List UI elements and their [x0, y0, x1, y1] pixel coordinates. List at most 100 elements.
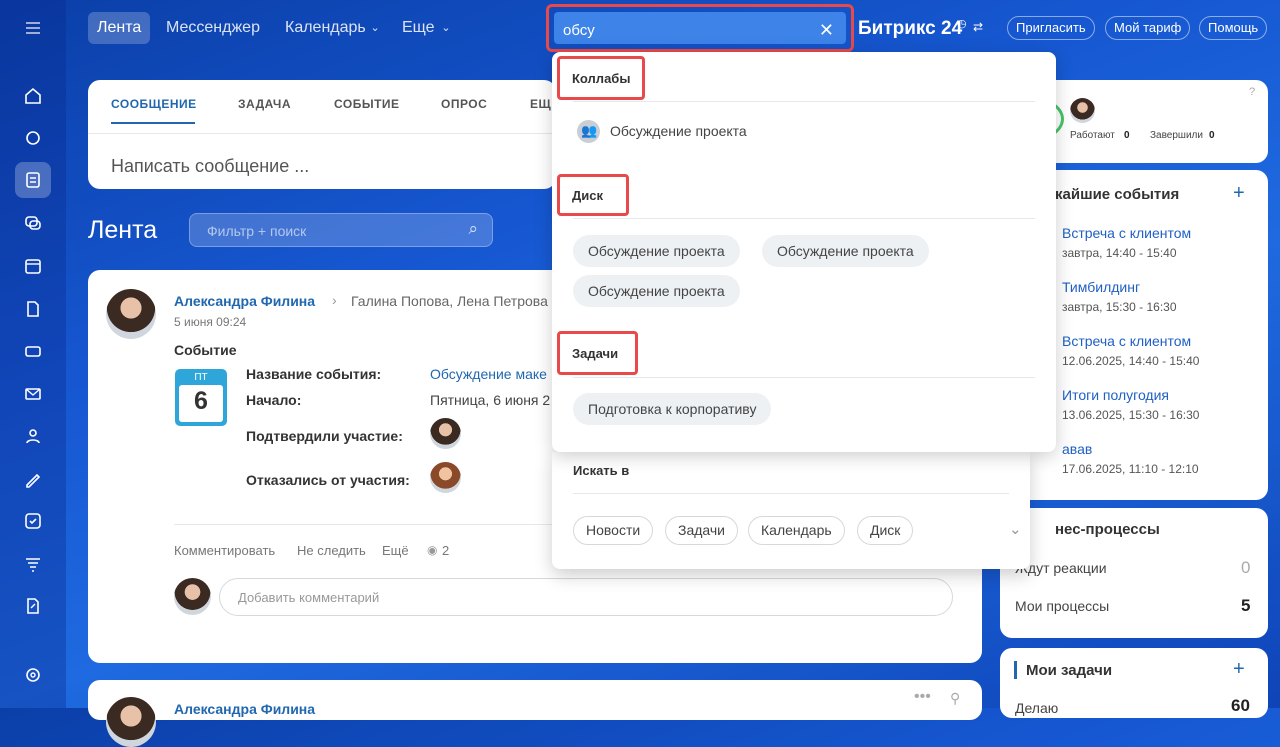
chevron-right-icon: ›: [332, 292, 337, 308]
search-dropdown: Коллабы 👥 Обсуждение проекта Диск Обсужд…: [552, 52, 1056, 452]
avatar[interactable]: [1070, 98, 1095, 123]
mine-label[interactable]: Мои процессы: [1015, 598, 1109, 614]
composer-placeholder[interactable]: Написать сообщение ...: [111, 156, 309, 177]
nav-feed[interactable]: Лента: [88, 12, 151, 44]
search-input[interactable]: обсу: [563, 22, 595, 39]
drive-icon[interactable]: [15, 333, 51, 369]
working-label: Работают: [1070, 130, 1115, 141]
search-in-disk[interactable]: Диск: [857, 516, 914, 545]
tab-task[interactable]: ЗАДАЧА: [238, 97, 291, 111]
mail-icon[interactable]: [15, 376, 51, 412]
nav-calendar[interactable]: Календарь ⌄: [276, 12, 388, 44]
search-in-news[interactable]: Новости: [573, 516, 654, 545]
event-time: 13.06.2025, 15:30 - 16:30: [1062, 408, 1200, 422]
avatar[interactable]: [106, 697, 156, 747]
tasks-icon[interactable]: [15, 503, 51, 539]
nav-more-label: Еще: [402, 19, 435, 36]
tariff-button[interactable]: Мой тариф: [1105, 16, 1191, 40]
swap-icon[interactable]: ⇄: [973, 20, 983, 34]
post-author[interactable]: Александра Филина: [174, 701, 315, 717]
event-title[interactable]: Тимбилдинг: [1062, 279, 1140, 295]
event-name-label: Название события:: [246, 366, 382, 382]
post-card: Александра Филина ••• ⚲: [88, 680, 982, 747]
comment-link[interactable]: Комментировать: [174, 543, 275, 558]
add-task-icon[interactable]: +: [1233, 658, 1245, 681]
chevron-down-icon[interactable]: ⌄: [1009, 520, 1022, 538]
disk-result[interactable]: Обсуждение проекта: [573, 235, 740, 267]
avatar[interactable]: [430, 462, 461, 493]
event-name-link[interactable]: Обсуждение маке: [430, 366, 547, 382]
brand-logo: Битрикс 24: [858, 18, 963, 39]
hamburger-icon[interactable]: [15, 10, 51, 46]
avatar[interactable]: [106, 289, 156, 339]
unfollow-link[interactable]: Не следить: [297, 543, 366, 558]
working-count: 0: [1124, 130, 1130, 141]
calendar-day: ПТ: [194, 372, 208, 383]
feed-filter-input[interactable]: Фильтр + поиск ⌕: [189, 213, 493, 247]
post-date[interactable]: 5 июня 09:24: [174, 315, 246, 329]
mine-count: 5: [1241, 596, 1251, 615]
divider: [573, 218, 1035, 219]
collab-icon[interactable]: [15, 120, 51, 156]
search-in-calendar[interactable]: Календарь: [748, 516, 845, 545]
post-type: Событие: [174, 342, 237, 358]
tab-event[interactable]: СОБЫТИЕ: [334, 97, 400, 111]
avatar[interactable]: [430, 418, 461, 449]
disk-result[interactable]: Обсуждение проекта: [762, 235, 929, 267]
divider: [573, 101, 1035, 102]
views-count: 2: [442, 543, 450, 558]
help-icon[interactable]: ?: [1249, 86, 1255, 98]
close-icon[interactable]: ✕: [819, 20, 834, 41]
finished-count: 0: [1209, 130, 1215, 141]
search-in-tasks[interactable]: Задачи: [665, 516, 739, 545]
avatar: [174, 578, 211, 615]
employees-icon[interactable]: [15, 418, 51, 454]
event-time: завтра, 14:40 - 15:40: [1062, 246, 1177, 260]
declined-label: Отказались от участия:: [246, 472, 410, 488]
search-field[interactable]: обсу ✕: [554, 12, 846, 44]
left-rail: [0, 0, 66, 708]
tab-more[interactable]: ЕЩ: [530, 97, 551, 111]
invite-button[interactable]: Пригласить: [1007, 16, 1095, 40]
filter-placeholder: Фильтр + поиск: [207, 223, 307, 239]
event-title[interactable]: Итоги полугодия: [1062, 387, 1169, 403]
calendar-icon[interactable]: [15, 248, 51, 284]
settings-icon[interactable]: [15, 657, 51, 693]
post-author[interactable]: Александра Филина: [174, 293, 315, 309]
event-title[interactable]: авав: [1062, 441, 1092, 457]
funnel-icon[interactable]: [15, 546, 51, 582]
chat-icon[interactable]: [15, 205, 51, 241]
search-icon[interactable]: ⌕: [468, 219, 478, 239]
pin-icon[interactable]: ⚲: [950, 690, 960, 707]
clock-icon[interactable]: ◷: [957, 17, 967, 30]
people-icon: 👥: [581, 123, 598, 138]
document-icon[interactable]: [15, 291, 51, 327]
event-title[interactable]: Встреча с клиентом: [1062, 333, 1191, 349]
tab-message[interactable]: СООБЩЕНИЕ: [111, 97, 197, 111]
event-title[interactable]: Встреча с клиентом: [1062, 225, 1191, 241]
edit-doc-icon[interactable]: [15, 588, 51, 624]
home-icon[interactable]: [15, 78, 51, 114]
comment-input[interactable]: Добавить комментарий: [219, 578, 953, 616]
disk-result[interactable]: Обсуждение проекта: [573, 275, 740, 307]
doing-label[interactable]: Делаю: [1015, 700, 1058, 716]
search-box-highlight: обсу ✕: [546, 4, 854, 52]
more-dots-icon[interactable]: •••: [914, 688, 931, 706]
page-title: Лента: [88, 216, 158, 244]
chevron-down-icon: ⌄: [370, 22, 380, 34]
calendar-num: 6: [194, 387, 208, 415]
sign-icon[interactable]: [15, 461, 51, 497]
feed-icon[interactable]: [15, 162, 51, 198]
nav-messenger[interactable]: Мессенджер: [157, 12, 269, 44]
add-event-icon[interactable]: +: [1233, 182, 1245, 205]
post-recipients[interactable]: Галина Попова, Лена Петрова: [351, 293, 548, 309]
waiting-count: 0: [1241, 558, 1251, 577]
help-button[interactable]: Помощь: [1199, 16, 1268, 40]
collab-result[interactable]: Обсуждение проекта: [610, 123, 747, 139]
finished-label: Завершили: [1150, 130, 1203, 141]
processes-title: нес-процессы: [1055, 521, 1160, 538]
task-result[interactable]: Подготовка к корпоративу: [573, 393, 772, 425]
more-link[interactable]: Ещё: [382, 543, 409, 558]
tab-poll[interactable]: ОПРОС: [441, 97, 487, 111]
nav-more[interactable]: Еще ⌄: [393, 12, 459, 44]
